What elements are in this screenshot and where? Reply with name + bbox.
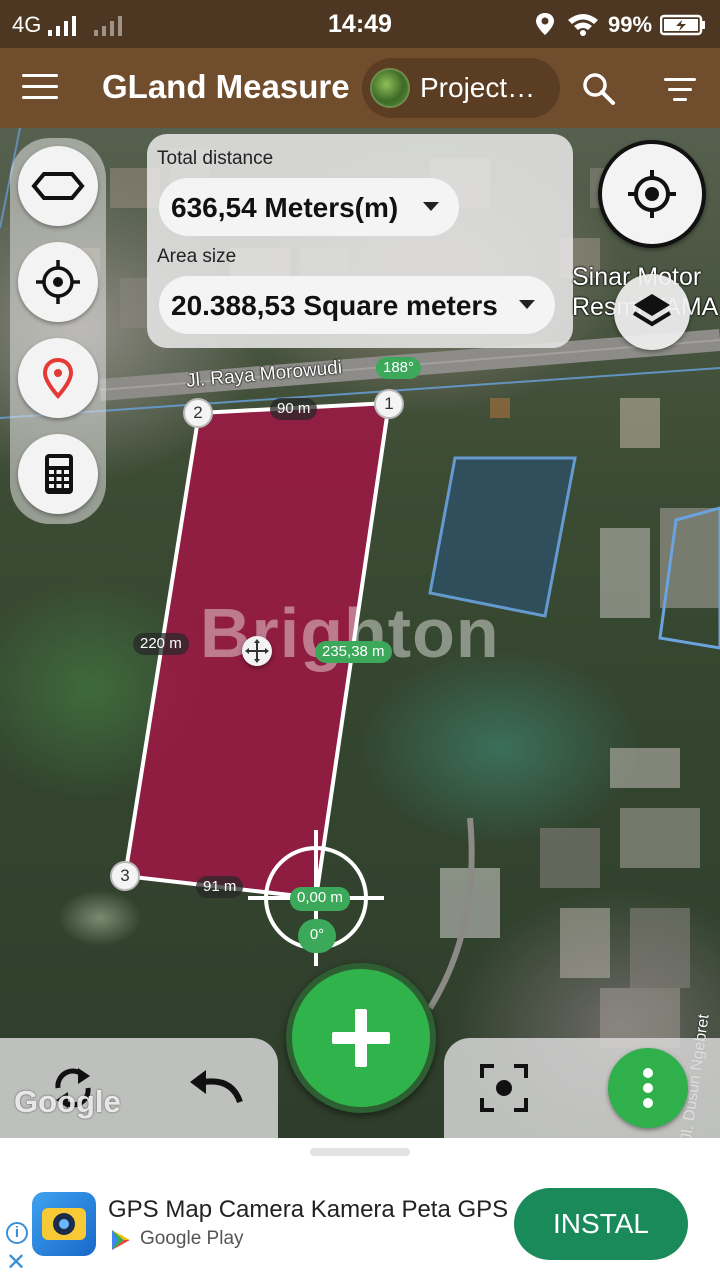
calculator-icon — [45, 454, 73, 494]
layers-icon — [632, 294, 672, 327]
segment-label-left: 220 m — [133, 633, 189, 655]
ad-app-name[interactable]: GPS Map Camera Kamera Peta GPS — [108, 1196, 508, 1224]
fit-screen-icon[interactable] — [480, 1064, 528, 1112]
ad-store-label: Google Play — [140, 1228, 244, 1249]
polygon-mode-button[interactable] — [18, 146, 98, 226]
project-selector[interactable]: Project… — [362, 58, 560, 118]
ad-info-icon[interactable]: i — [6, 1222, 28, 1244]
undo-icon[interactable] — [188, 1068, 244, 1108]
vertex-3[interactable]: 3 — [110, 861, 140, 891]
filter-icon[interactable] — [664, 78, 696, 108]
area-value: 20.388,53 Square meters — [171, 290, 498, 321]
crosshair-icon — [36, 260, 80, 304]
ad-app-icon[interactable] — [32, 1192, 96, 1256]
battery-percent: 99% — [608, 12, 653, 37]
move-polygon-handle[interactable] — [242, 636, 272, 666]
google-play-icon — [112, 1230, 130, 1250]
polygon-icon — [31, 172, 85, 200]
segment-label-bottom: 91 m — [196, 876, 244, 898]
segment-label-top: 90 m — [270, 398, 318, 420]
distance-label: Total distance — [157, 148, 274, 169]
project-label: Project… — [420, 72, 536, 103]
map-pin-icon — [42, 357, 74, 399]
google-attribution: Google — [14, 1084, 121, 1119]
calculator-button[interactable] — [18, 434, 98, 514]
tool-column — [10, 138, 106, 524]
status-bar: 4G 14:49 99% — [0, 0, 720, 48]
add-point-button[interactable] — [286, 963, 436, 1113]
cursor-distance: 0,00 m — [290, 887, 350, 911]
ad-banner[interactable]: GPS Map Camera Kamera Peta GPS Google Pl… — [0, 1138, 720, 1280]
chevron-down-icon — [519, 300, 535, 309]
camera-icon — [42, 1208, 86, 1240]
area-label: Area size — [157, 246, 237, 267]
more-options-button[interactable] — [608, 1048, 688, 1128]
segment-label-right: 235,38 m — [315, 641, 392, 663]
my-location-icon — [628, 170, 676, 218]
map-layers-button[interactable] — [614, 274, 690, 350]
distance-value: 636,54 Meters(m) — [171, 192, 399, 223]
search-icon[interactable] — [582, 72, 616, 106]
more-vertical-icon — [643, 1068, 653, 1108]
area-unit-dropdown[interactable]: 20.388,53 Square meters — [159, 276, 555, 334]
my-location-button[interactable] — [598, 140, 706, 248]
distance-unit-dropdown[interactable]: 636,54 Meters(m) — [159, 178, 459, 236]
install-button[interactable]: INSTAL — [514, 1188, 688, 1260]
move-icon — [245, 639, 269, 663]
app-title: GLand Measure — [102, 68, 350, 105]
gps-point-button[interactable] — [18, 242, 98, 322]
app-bar: GLand Measure Project… — [0, 48, 720, 128]
bearing-label: 188° — [376, 357, 422, 379]
plus-icon — [332, 1009, 390, 1067]
vertex-2[interactable]: 2 — [183, 398, 213, 428]
wifi-icon — [568, 14, 598, 36]
add-marker-button[interactable] — [18, 338, 98, 418]
location-icon — [536, 13, 554, 35]
cursor-bearing: 0° — [298, 919, 336, 953]
drag-handle[interactable] — [310, 1148, 410, 1156]
battery-icon — [660, 14, 705, 36]
project-thumbnail — [370, 68, 410, 108]
ad-close-icon[interactable]: ✕ — [6, 1248, 26, 1277]
menu-icon[interactable] — [22, 74, 58, 102]
measurement-card: Total distance 636,54 Meters(m) Area siz… — [147, 134, 573, 348]
chevron-down-icon — [423, 202, 439, 211]
vertex-1[interactable]: 1 — [374, 389, 404, 419]
